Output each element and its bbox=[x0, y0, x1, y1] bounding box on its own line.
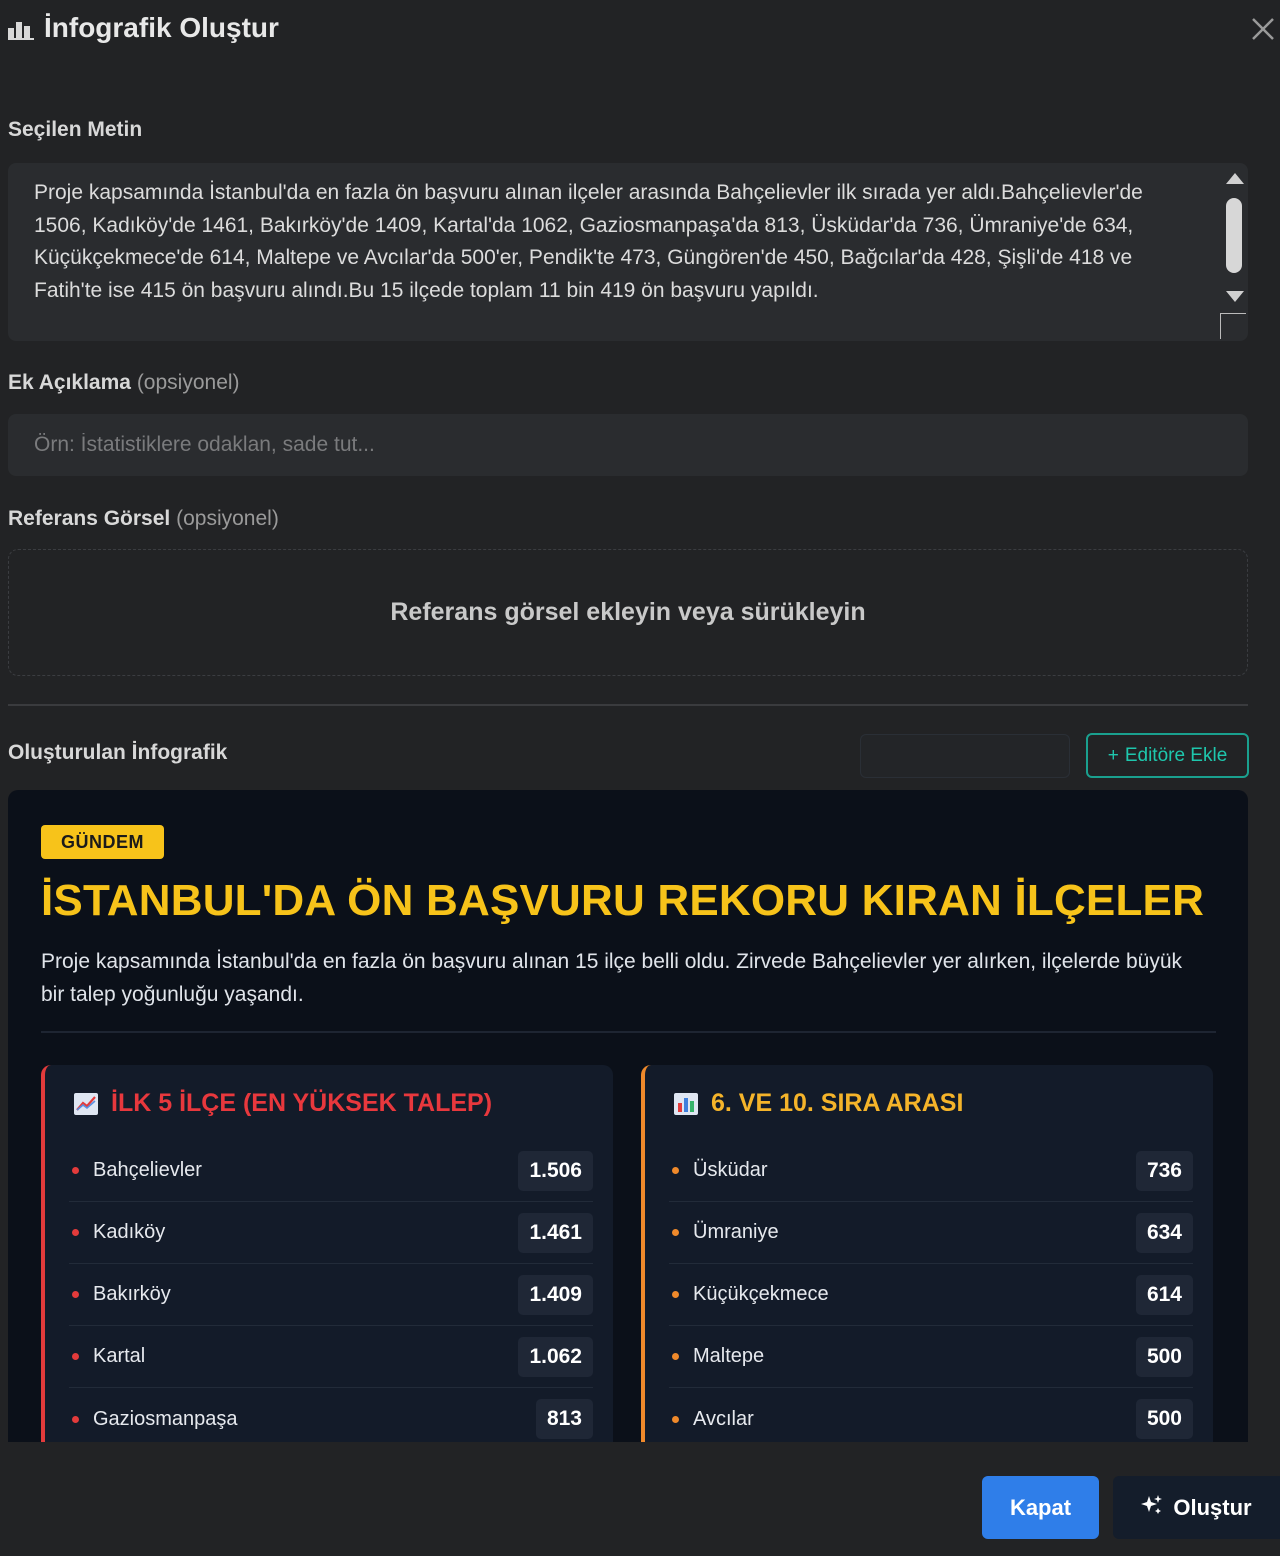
add-to-editor-label: Editöre Ekle bbox=[1124, 744, 1228, 766]
application-count: 1.506 bbox=[518, 1150, 593, 1191]
bullet-icon bbox=[672, 1353, 679, 1360]
top-five-heading: İLK 5 İLÇE (EN YÜKSEK TALEP) bbox=[73, 1089, 492, 1118]
reference-image-label: Referans Görsel (opsiyonel) bbox=[8, 507, 279, 531]
result-label: Oluşturulan İnfografik bbox=[8, 741, 228, 764]
extra-note-label: Ek Açıklama (opsiyonel) bbox=[8, 371, 240, 395]
district-name: Küçükçekmece bbox=[693, 1283, 829, 1305]
bar-chart-icon bbox=[673, 1091, 699, 1117]
table-row: Kadıköy 1.461 bbox=[69, 1202, 593, 1264]
extra-note-label-text: Ek Açıklama bbox=[8, 371, 131, 394]
infographic-title: İSTANBUL'DA ÖN BAŞVURU REKORU KIRAN İLÇE… bbox=[41, 876, 1205, 925]
bullet-icon bbox=[72, 1291, 79, 1298]
infographic-preview: GÜNDEM İSTANBUL'DA ÖN BAŞVURU REKORU KIR… bbox=[8, 790, 1248, 1442]
close-button-label: Kapat bbox=[1009, 1494, 1072, 1520]
reference-image-dropzone[interactable]: Referans görsel ekleyin veya sürükleyin bbox=[8, 549, 1248, 676]
district-name: Ümraniye bbox=[693, 1221, 779, 1243]
district-name: Bahçelievler bbox=[93, 1159, 202, 1181]
dropzone-text: Referans görsel ekleyin veya sürükleyin bbox=[390, 598, 866, 626]
infographic-description: Proje kapsamında İstanbul'da en fazla ön… bbox=[41, 950, 1182, 1006]
dialog-header: İnfografik Oluştur bbox=[0, 0, 1280, 60]
table-row: Avcılar 500 bbox=[669, 1388, 1193, 1442]
reference-image-optional: (opsiyonel) bbox=[176, 507, 279, 530]
sixth-to-tenth-panel: 6. VE 10. SIRA ARASI Üsküdar 736 Ümraniy… bbox=[641, 1065, 1213, 1442]
selected-text-area[interactable]: Proje kapsamında İstanbul'da en fazla ön… bbox=[8, 163, 1248, 341]
selected-text-content: Proje kapsamında İstanbul'da en fazla ön… bbox=[34, 181, 1143, 302]
create-button[interactable]: Oluştur bbox=[1113, 1476, 1280, 1539]
bullet-icon bbox=[72, 1353, 79, 1360]
resize-handle-icon[interactable] bbox=[1220, 313, 1246, 339]
district-name: Kartal bbox=[93, 1345, 146, 1367]
plus-icon: + bbox=[1107, 744, 1119, 766]
table-row: Bahçelievler 1.506 bbox=[69, 1140, 593, 1202]
district-name: Bakırköy bbox=[93, 1283, 171, 1305]
table-row: Üsküdar 736 bbox=[669, 1140, 1193, 1202]
application-count: 1.461 bbox=[518, 1212, 593, 1253]
bar-chart-icon bbox=[8, 15, 34, 41]
bullet-icon bbox=[672, 1415, 679, 1423]
table-row: Kartal 1.062 bbox=[69, 1326, 593, 1388]
table-row: Bakırköy 1.409 bbox=[69, 1264, 593, 1326]
add-to-editor-button[interactable]: + Editöre Ekle bbox=[1086, 733, 1249, 778]
district-name: Üsküdar bbox=[693, 1159, 768, 1181]
district-name: Maltepe bbox=[693, 1345, 765, 1367]
scroll-thumb[interactable] bbox=[1226, 198, 1242, 273]
bullet-icon bbox=[672, 1229, 679, 1236]
dialog-title-group: İnfografik Oluştur bbox=[8, 12, 279, 44]
bullet-icon bbox=[72, 1415, 79, 1423]
sixth-to-tenth-heading-text: 6. VE 10. SIRA ARASI bbox=[711, 1089, 964, 1117]
application-count: 1.409 bbox=[518, 1274, 593, 1315]
extra-note-optional: (opsiyonel) bbox=[136, 371, 240, 394]
application-count: 500 bbox=[1135, 1399, 1193, 1439]
application-count: 736 bbox=[1135, 1150, 1193, 1191]
scroll-up-icon[interactable] bbox=[1226, 173, 1244, 184]
reference-image-label-text: Referans Görsel bbox=[8, 507, 171, 530]
close-icon[interactable] bbox=[1246, 12, 1280, 46]
extra-note-input[interactable] bbox=[8, 414, 1248, 476]
district-name: Kadıköy bbox=[93, 1221, 166, 1243]
application-count: 500 bbox=[1135, 1336, 1193, 1377]
top-five-heading-text: İLK 5 İLÇE (EN YÜKSEK TALEP) bbox=[111, 1089, 493, 1117]
table-row: Küçükçekmece 614 bbox=[669, 1264, 1193, 1326]
infographic-divider bbox=[41, 1031, 1216, 1033]
sparkles-icon bbox=[1141, 1494, 1163, 1522]
application-count: 1.062 bbox=[518, 1336, 593, 1377]
create-button-label: Oluştur bbox=[1173, 1494, 1252, 1520]
district-name: Gaziosmanpaşa bbox=[93, 1407, 238, 1430]
bullet-icon bbox=[672, 1291, 679, 1298]
section-divider bbox=[8, 704, 1248, 706]
sixth-to-tenth-heading: 6. VE 10. SIRA ARASI bbox=[673, 1089, 963, 1118]
close-button[interactable]: Kapat bbox=[982, 1476, 1099, 1539]
application-count: 634 bbox=[1135, 1212, 1193, 1253]
dialog-title: İnfografik Oluştur bbox=[44, 12, 279, 43]
application-count: 614 bbox=[1135, 1274, 1193, 1315]
selected-text-label: Seçilen Metin bbox=[8, 118, 143, 141]
top-five-rows: Bahçelievler 1.506 Kadıköy 1.461 Bakırkö… bbox=[69, 1140, 593, 1442]
application-count: 813 bbox=[535, 1399, 593, 1439]
table-row: Maltepe 500 bbox=[669, 1326, 1193, 1388]
district-name: Avcılar bbox=[693, 1407, 754, 1430]
bullet-icon bbox=[72, 1167, 79, 1174]
bullet-icon bbox=[672, 1167, 679, 1174]
hidden-action-button[interactable] bbox=[860, 734, 1070, 778]
chart-increasing-icon bbox=[73, 1091, 99, 1117]
sixth-to-tenth-rows: Üsküdar 736 Ümraniye 634 Küçükçekmece 61… bbox=[669, 1140, 1193, 1442]
top-five-panel: İLK 5 İLÇE (EN YÜKSEK TALEP) Bahçelievle… bbox=[41, 1065, 613, 1442]
category-badge: GÜNDEM bbox=[41, 825, 164, 859]
table-row: Ümraniye 634 bbox=[669, 1202, 1193, 1264]
table-row: Gaziosmanpaşa 813 bbox=[69, 1388, 593, 1442]
bullet-icon bbox=[72, 1229, 79, 1236]
scroll-down-icon[interactable] bbox=[1226, 291, 1244, 302]
